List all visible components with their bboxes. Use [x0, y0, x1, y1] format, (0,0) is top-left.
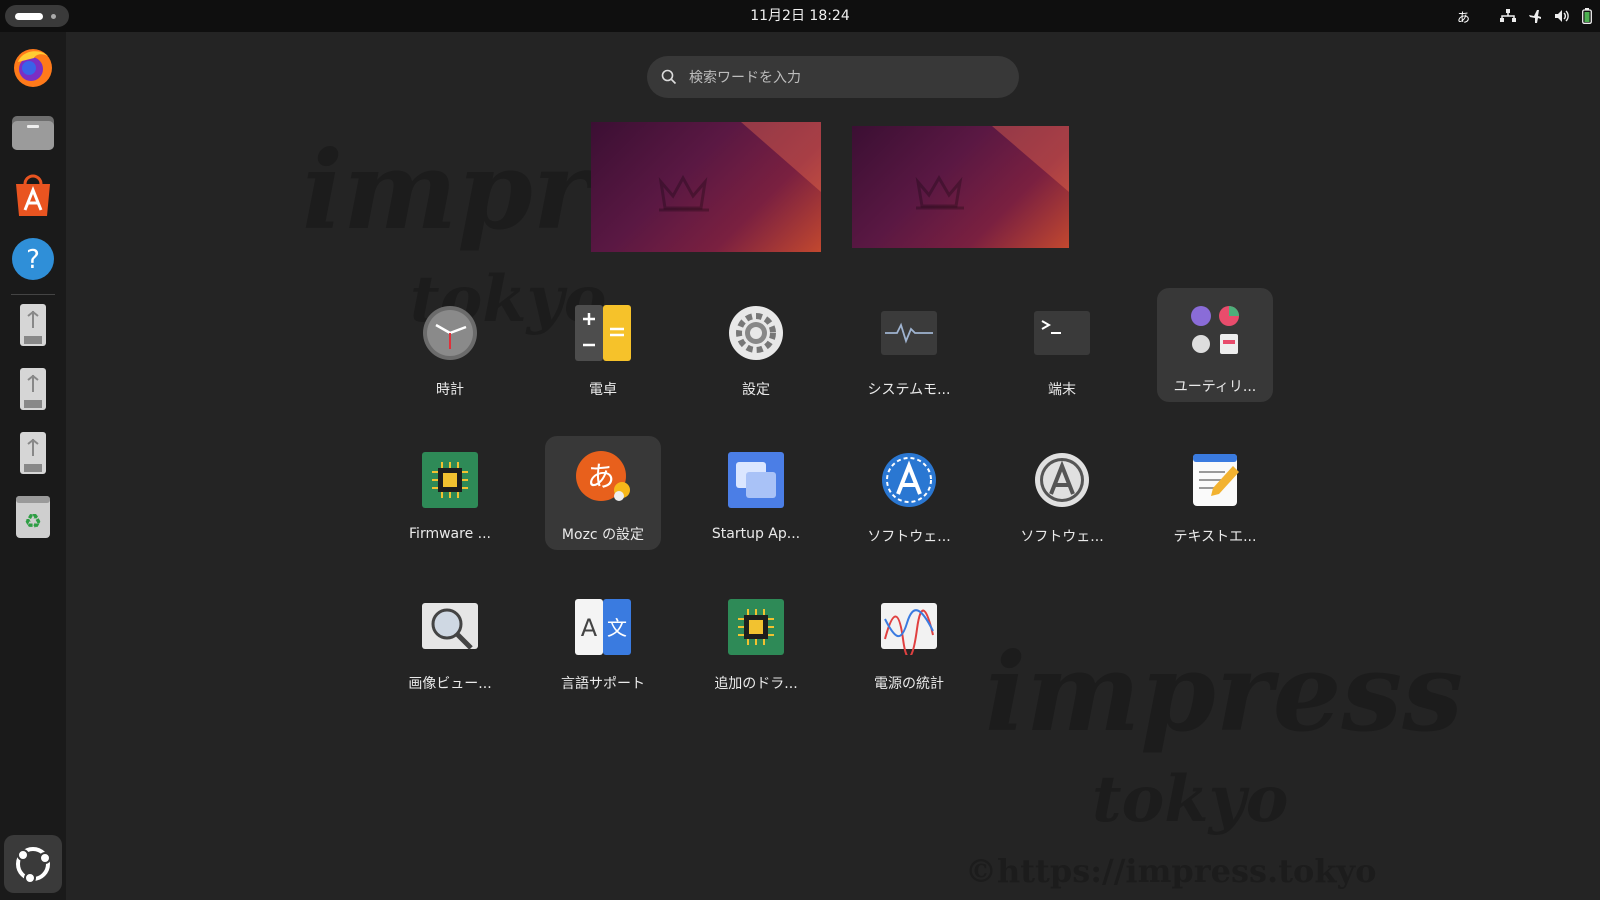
app-label: ソフトウェ...	[1020, 529, 1104, 545]
software-properties-icon	[1035, 453, 1089, 507]
usb-drive-icon[interactable]	[10, 366, 56, 412]
svg-text:あ: あ	[587, 460, 615, 493]
search-icon	[661, 69, 677, 85]
app-language-support[interactable]: A文 言語サポート	[545, 585, 661, 699]
usb-drive-icon[interactable]	[10, 430, 56, 476]
svg-text:?: ?	[26, 245, 40, 275]
settings-icon	[729, 306, 783, 360]
app-software-updater[interactable]: ソフトウェ...	[851, 438, 967, 552]
app-terminal[interactable]: 端末	[1004, 291, 1120, 405]
app-label: Mozc の設定	[561, 527, 645, 543]
dock-separator	[11, 294, 55, 295]
app-software-properties[interactable]: ソフトウェ...	[1004, 438, 1120, 552]
app-text-editor[interactable]: テキストエ...	[1157, 438, 1273, 552]
svg-text:♻: ♻	[24, 509, 42, 533]
app-label: 電卓	[589, 382, 617, 398]
startup-apps-icon	[728, 452, 784, 508]
top-bar: 11月2日 18:24 あ	[0, 0, 1600, 32]
app-clock[interactable]: 時計	[392, 291, 508, 405]
app-label: 端末	[1048, 382, 1076, 398]
app-center-icon[interactable]	[10, 172, 56, 218]
app-image-viewer[interactable]: 画像ビュー...	[392, 585, 508, 699]
app-power-statistics[interactable]: 電源の統計	[851, 585, 967, 699]
date-time[interactable]: 11月2日 18:24	[0, 0, 1600, 32]
mozc-icon: あ	[576, 451, 630, 501]
show-apps-icon	[16, 847, 51, 884]
language-support-icon: A文	[575, 599, 631, 655]
files-icon[interactable]	[10, 108, 56, 154]
svg-text:文: 文	[607, 616, 627, 640]
firmware-icon	[422, 452, 478, 508]
search-bar[interactable]	[647, 56, 1019, 100]
workspace-thumbnail-1[interactable]	[591, 122, 821, 252]
app-firmware[interactable]: Firmware ...	[392, 438, 508, 552]
app-label: ユーティリ...	[1173, 379, 1257, 395]
app-label: Firmware ...	[409, 526, 491, 542]
wallpaper-crown-icon	[658, 122, 821, 212]
search-input[interactable]	[687, 56, 1011, 100]
trash-icon[interactable]: ♻	[10, 494, 56, 540]
app-settings[interactable]: 設定	[698, 291, 814, 405]
wallpaper-crown-icon	[915, 126, 1069, 210]
app-system-monitor[interactable]: システムモ...	[851, 291, 967, 405]
app-utilities-folder[interactable]: ユーティリ...	[1157, 288, 1273, 402]
app-label: テキストエ...	[1173, 529, 1257, 545]
software-updater-icon	[882, 453, 936, 507]
utilities-folder-icon	[1191, 306, 1239, 354]
text-editor-icon	[1193, 454, 1239, 506]
app-calculator[interactable]: 電卓	[545, 291, 661, 405]
additional-drivers-icon	[728, 599, 784, 655]
svg-text:A: A	[581, 614, 598, 642]
app-label: 時計	[436, 382, 464, 398]
app-startup-applications[interactable]: Startup Ap...	[698, 438, 814, 552]
battery-icon	[1582, 8, 1592, 24]
help-icon[interactable]: ?	[10, 236, 56, 282]
show-apps-button[interactable]	[4, 835, 62, 893]
watermark-text: tokyo	[1092, 762, 1289, 837]
app-label: 設定	[742, 382, 770, 398]
app-additional-drivers[interactable]: 追加のドラ...	[698, 585, 814, 699]
clock-icon	[423, 306, 477, 360]
terminal-icon	[1034, 311, 1090, 355]
app-label: 電源の統計	[874, 676, 944, 692]
watermark-text: impress	[985, 630, 1464, 756]
app-label: ソフトウェ...	[867, 529, 951, 545]
input-method-indicator[interactable]: あ	[1457, 7, 1470, 26]
system-monitor-icon	[881, 311, 937, 355]
system-tray[interactable]: あ	[1457, 0, 1592, 32]
power-statistics-icon	[881, 603, 937, 655]
image-viewer-icon	[422, 603, 478, 650]
app-label: Startup Ap...	[711, 526, 801, 542]
airplane-mode-icon	[1528, 9, 1542, 23]
usb-drive-icon[interactable]	[10, 302, 56, 348]
watermark-url: ©https://impress.tokyo	[965, 852, 1377, 890]
workspace-thumbnail-2[interactable]	[852, 126, 1069, 248]
app-label: 言語サポート	[561, 676, 645, 692]
app-label: システムモ...	[867, 382, 951, 398]
calculator-icon	[575, 305, 631, 361]
network-icon	[1500, 9, 1516, 23]
app-mozc-settings[interactable]: あ Mozc の設定	[545, 436, 661, 550]
app-label: 画像ビュー...	[408, 676, 492, 692]
firefox-icon[interactable]	[10, 44, 56, 90]
dock: ? ♻	[0, 32, 66, 900]
app-label: 追加のドラ...	[714, 676, 798, 692]
volume-icon	[1554, 9, 1570, 23]
